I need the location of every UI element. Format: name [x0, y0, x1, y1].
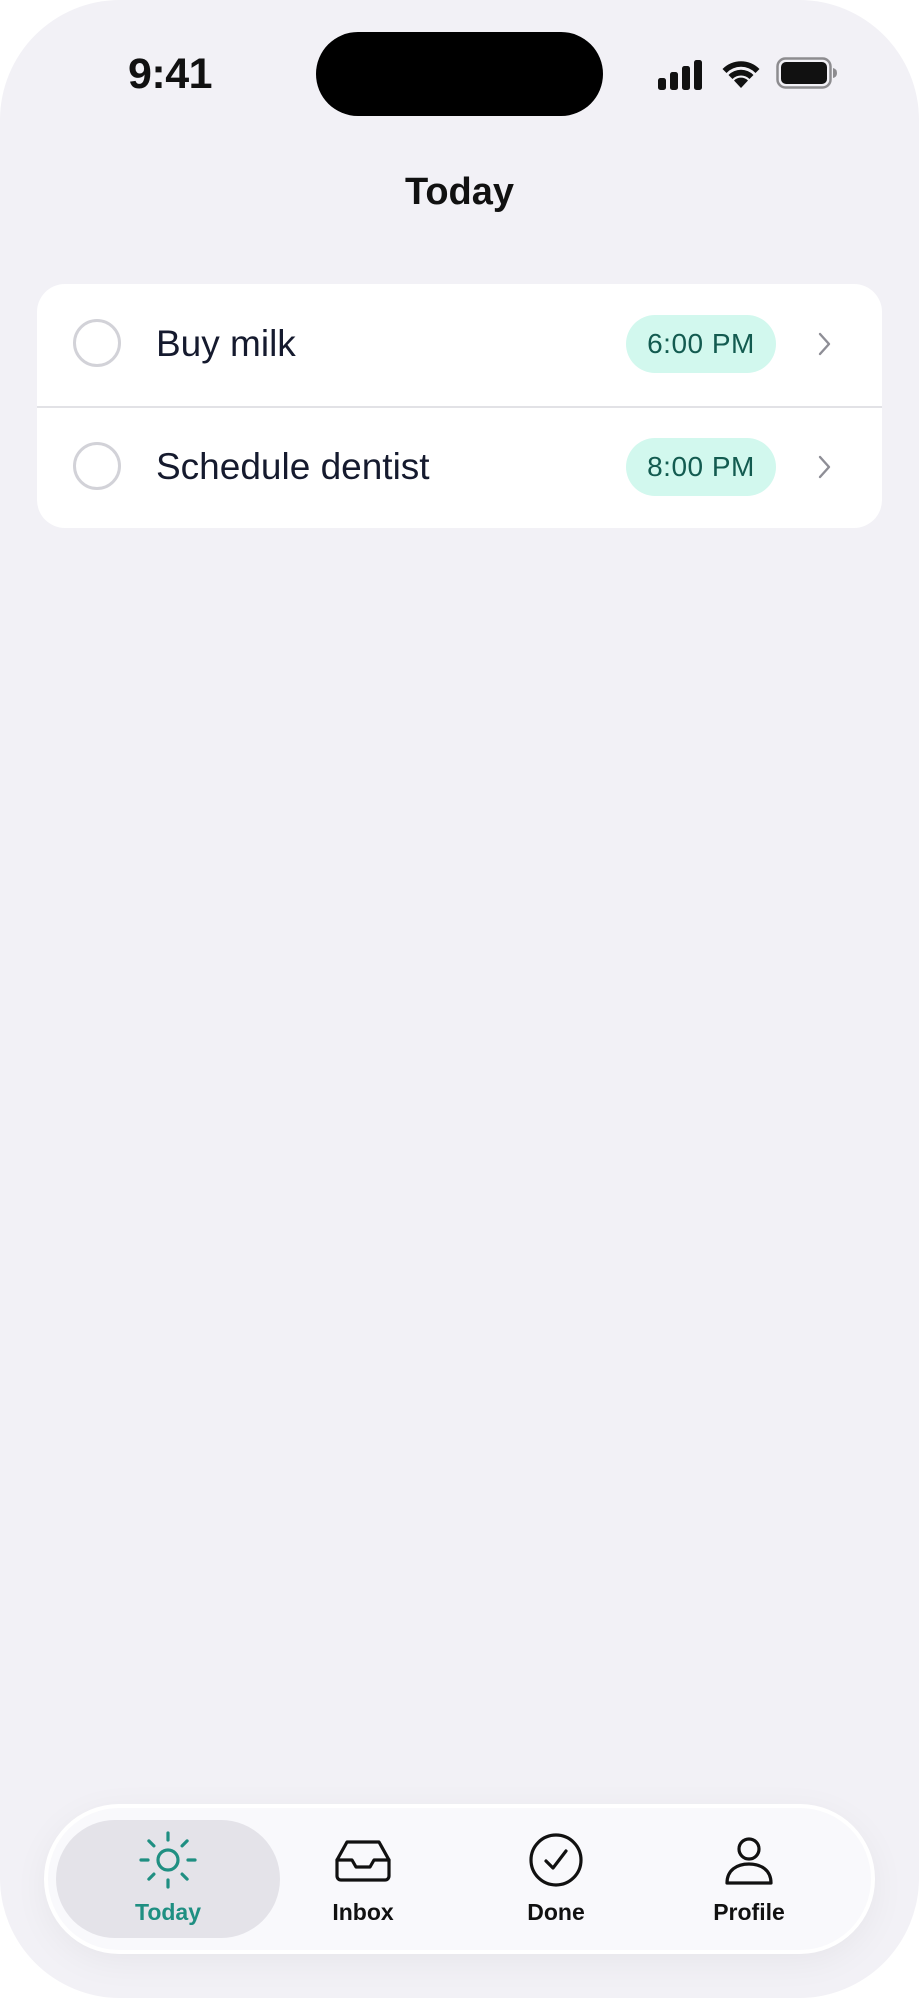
tab-bar: Today Inbox Done Profile: [48, 1808, 871, 1950]
task-checkbox[interactable]: [73, 319, 121, 367]
person-icon: [725, 1837, 773, 1885]
task-row[interactable]: Schedule dentist 8:00 PM: [37, 406, 882, 528]
status-time: 9:41: [128, 50, 213, 98]
check-circle-icon: [529, 1833, 583, 1887]
tab-label: Done: [527, 1899, 585, 1925]
task-title: Schedule dentist: [156, 446, 430, 487]
chevron-right-icon[interactable]: [817, 453, 833, 481]
tab-today[interactable]: Today: [56, 1820, 280, 1938]
phone-screen: 9:41 Today Buy milk 6:00 PM Schedule den…: [0, 0, 919, 1998]
battery-icon: [776, 57, 837, 89]
tab-label: Profile: [713, 1899, 785, 1925]
inbox-tray-icon: [335, 1840, 391, 1882]
task-title: Buy milk: [156, 323, 296, 364]
tab-profile[interactable]: Profile: [637, 1820, 861, 1938]
task-checkbox[interactable]: [73, 442, 121, 490]
chevron-right-icon[interactable]: [817, 330, 833, 358]
wifi-icon: [722, 61, 760, 88]
tab-label: Inbox: [332, 1899, 394, 1925]
task-row[interactable]: Buy milk 6:00 PM: [37, 284, 882, 406]
task-time-badge: 6:00 PM: [626, 315, 776, 373]
dynamic-island: [316, 32, 603, 116]
task-list: Buy milk 6:00 PM Schedule dentist 8:00 P…: [37, 284, 882, 528]
cellular-signal-icon: [658, 60, 702, 90]
tab-inbox[interactable]: Inbox: [251, 1820, 475, 1938]
sun-icon: [139, 1831, 197, 1889]
tab-label: Today: [134, 1899, 202, 1925]
page-title: Today: [404, 171, 515, 213]
tab-done[interactable]: Done: [444, 1820, 668, 1938]
status-icons: [658, 56, 838, 92]
task-time-badge: 8:00 PM: [626, 438, 776, 496]
